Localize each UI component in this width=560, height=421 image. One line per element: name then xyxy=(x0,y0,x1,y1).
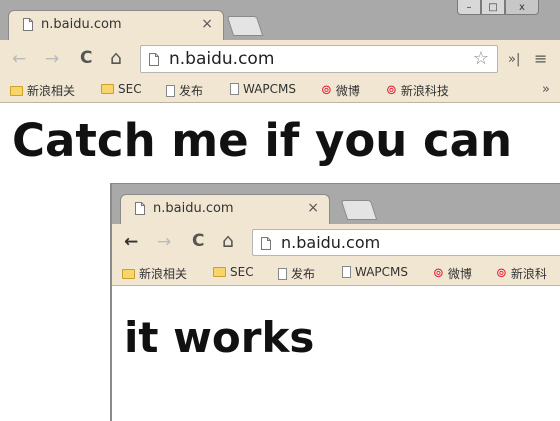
page-icon xyxy=(166,84,175,97)
bookmark-item[interactable]: ⊚ 微博 xyxy=(321,82,360,99)
minimize-button[interactable]: – xyxy=(457,0,481,15)
weibo-icon: ⊚ xyxy=(386,83,397,98)
menu-icon[interactable]: ≡ xyxy=(534,49,547,68)
address-bar[interactable]: n.baidu.com ☆ xyxy=(140,45,498,73)
new-tab-button[interactable] xyxy=(340,200,378,220)
outer-toolbar: ← → C ⌂ n.baidu.com ☆ »| ≡ xyxy=(0,40,560,79)
bookmark-item[interactable]: SEC xyxy=(101,82,142,96)
back-arrow-icon[interactable]: ← xyxy=(12,49,26,69)
bookmarks-overflow-icon[interactable]: » xyxy=(542,82,550,97)
page-icon xyxy=(149,53,159,66)
reload-icon[interactable]: C xyxy=(192,231,204,251)
bookmark-item[interactable]: 新浪相关 xyxy=(10,82,75,99)
bookmark-label: 新浪科 xyxy=(510,267,547,281)
bookmark-item[interactable]: WAPCMS xyxy=(342,265,408,279)
weibo-icon: ⊚ xyxy=(321,83,332,98)
maximize-button[interactable]: □ xyxy=(481,0,505,15)
bookmark-item[interactable]: 新浪相关 xyxy=(122,265,187,282)
extensions-overflow-icon[interactable]: »| xyxy=(508,52,520,67)
bookmark-item[interactable]: SEC xyxy=(213,265,254,279)
outer-browser-window: n.baidu.com × – □ x ← → C ⌂ n.baidu.com … xyxy=(0,0,560,421)
outer-title-bar: n.baidu.com × – □ x xyxy=(0,0,560,41)
bookmark-label: WAPCMS xyxy=(243,82,297,96)
url-text: n.baidu.com xyxy=(281,233,381,252)
folder-icon xyxy=(213,267,226,277)
forward-arrow-icon[interactable]: → xyxy=(157,232,171,252)
bookmark-item[interactable]: WAPCMS xyxy=(230,82,296,96)
inner-page-heading: it works xyxy=(124,313,315,362)
folder-icon xyxy=(122,268,135,279)
bookmark-item[interactable]: 发布 xyxy=(278,265,315,282)
inner-browser-window: n.baidu.com × ← → C ⌂ n.baidu.com 新浪相关 S… xyxy=(110,183,560,421)
bookmark-item[interactable]: ⊚ 新浪科 xyxy=(496,265,547,282)
page-icon xyxy=(23,18,33,31)
inner-tab[interactable]: n.baidu.com × xyxy=(120,194,330,225)
page-icon xyxy=(230,83,239,95)
inner-toolbar: ← → C ⌂ n.baidu.com xyxy=(112,224,560,262)
outer-bookmarks-bar: 新浪相关 SEC 发布 WAPCMS ⊚ 微博 ⊚ 新浪科技 » xyxy=(0,79,560,103)
bookmark-label: 微博 xyxy=(447,267,472,281)
bookmark-label: 发布 xyxy=(291,267,316,281)
forward-arrow-icon[interactable]: → xyxy=(45,49,59,69)
bookmark-label: WAPCMS xyxy=(355,265,409,279)
page-icon xyxy=(278,267,287,280)
tab-close-icon[interactable]: × xyxy=(307,200,319,216)
bookmark-label: 发布 xyxy=(179,84,204,98)
bookmark-label: 新浪科技 xyxy=(400,84,449,98)
back-arrow-icon[interactable]: ← xyxy=(124,232,138,252)
inner-bookmarks-bar: 新浪相关 SEC 发布 WAPCMS ⊚ 微博 ⊚ 新浪科 xyxy=(112,262,560,286)
home-icon[interactable]: ⌂ xyxy=(110,47,122,69)
tab-close-icon[interactable]: × xyxy=(201,16,213,32)
bookmark-item[interactable]: 发布 xyxy=(166,82,203,99)
new-tab-button[interactable] xyxy=(226,16,264,36)
address-bar[interactable]: n.baidu.com xyxy=(252,229,560,256)
bookmark-label: SEC xyxy=(118,82,142,96)
home-icon[interactable]: ⌂ xyxy=(222,230,234,252)
folder-icon xyxy=(10,85,23,96)
reload-icon[interactable]: C xyxy=(80,48,92,68)
url-text: n.baidu.com xyxy=(169,49,275,69)
inner-title-bar: n.baidu.com × xyxy=(112,184,560,225)
bookmark-label: 新浪相关 xyxy=(27,84,76,98)
outer-tab[interactable]: n.baidu.com × xyxy=(8,10,224,41)
page-icon xyxy=(342,266,351,278)
bookmark-label: SEC xyxy=(230,265,254,279)
page-icon xyxy=(135,202,145,215)
outer-tab-title: n.baidu.com xyxy=(41,17,122,32)
page-heading: Catch me if you can xyxy=(12,114,513,167)
page-icon xyxy=(261,237,271,250)
folder-icon xyxy=(101,84,114,94)
inner-tab-title: n.baidu.com xyxy=(153,201,234,216)
weibo-icon: ⊚ xyxy=(496,266,507,281)
window-controls: – □ x xyxy=(457,0,539,16)
bookmark-item[interactable]: ⊚ 新浪科技 xyxy=(386,82,449,99)
bookmark-star-icon[interactable]: ☆ xyxy=(473,48,489,69)
bookmark-item[interactable]: ⊚ 微博 xyxy=(433,265,472,282)
weibo-icon: ⊚ xyxy=(433,266,444,281)
close-window-button[interactable]: x xyxy=(505,0,539,15)
bookmark-label: 新浪相关 xyxy=(139,267,188,281)
bookmark-label: 微博 xyxy=(335,84,360,98)
